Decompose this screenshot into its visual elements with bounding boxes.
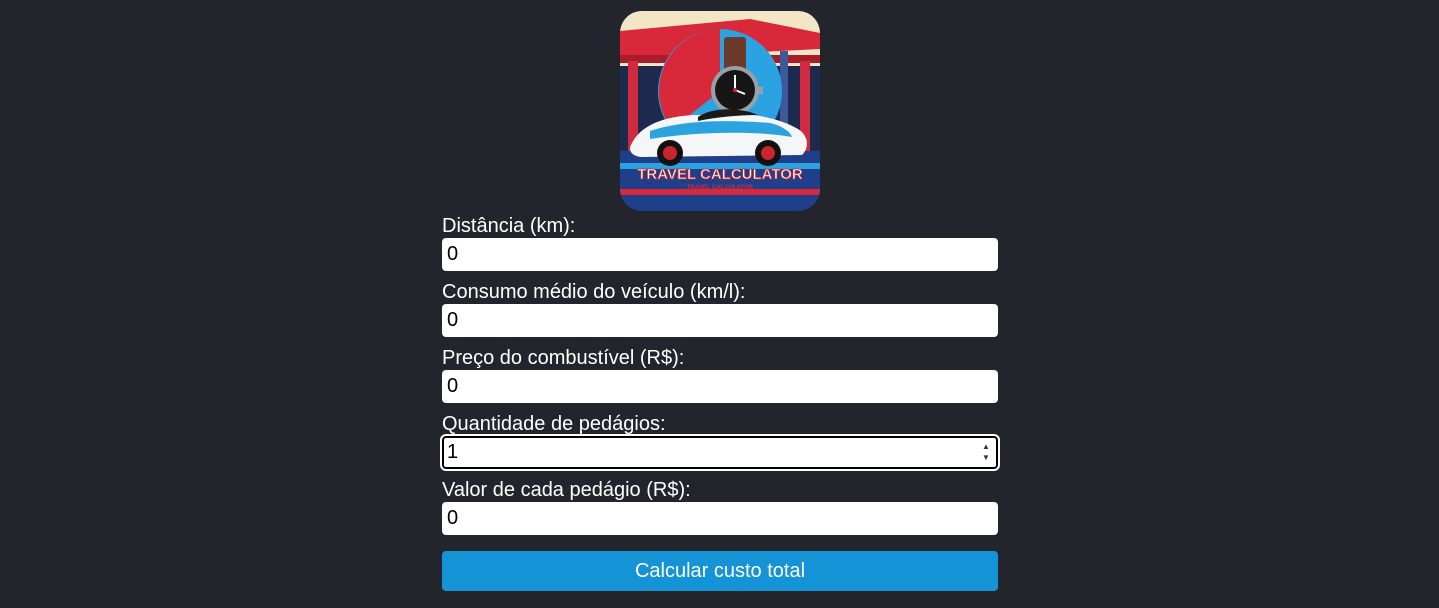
- distance-label: Distância (km):: [442, 215, 576, 237]
- fuel-consumption-input[interactable]: 0: [442, 304, 998, 337]
- page: TRAVEL CALCULATOR TRAVEL CALCULATOR Dist…: [0, 0, 1439, 608]
- fuel-consumption-label: Consumo médio do veículo (km/l):: [442, 281, 746, 303]
- toll-count-input[interactable]: 1 ▲ ▼: [440, 434, 1000, 471]
- app-logo-image: TRAVEL CALCULATOR TRAVEL CALCULATOR: [620, 11, 820, 211]
- calculate-total-button[interactable]: Calcular custo total: [442, 551, 998, 591]
- logo-subtitle-text: TRAVEL CALCULATOR: [687, 185, 754, 191]
- logo-title-text: TRAVEL CALCULATOR: [637, 166, 803, 183]
- toll-value-input[interactable]: 0: [442, 502, 998, 535]
- travel-cost-form: Distância (km): 0 Consumo médio do veícu…: [440, 214, 1000, 544]
- toll-count-stepper[interactable]: ▲ ▼: [980, 442, 992, 463]
- distance-input[interactable]: 0: [442, 238, 998, 271]
- toll-count-value: 1: [447, 441, 459, 463]
- fuel-price-input[interactable]: 0: [442, 370, 998, 403]
- toll-count-label: Quantidade de pedágios:: [442, 413, 666, 435]
- stepper-up-icon[interactable]: ▲: [982, 442, 990, 452]
- stepper-down-icon[interactable]: ▼: [982, 453, 990, 463]
- fuel-price-label: Preço do combustível (R$):: [442, 347, 685, 369]
- toll-value-label: Valor de cada pedágio (R$):: [442, 479, 691, 501]
